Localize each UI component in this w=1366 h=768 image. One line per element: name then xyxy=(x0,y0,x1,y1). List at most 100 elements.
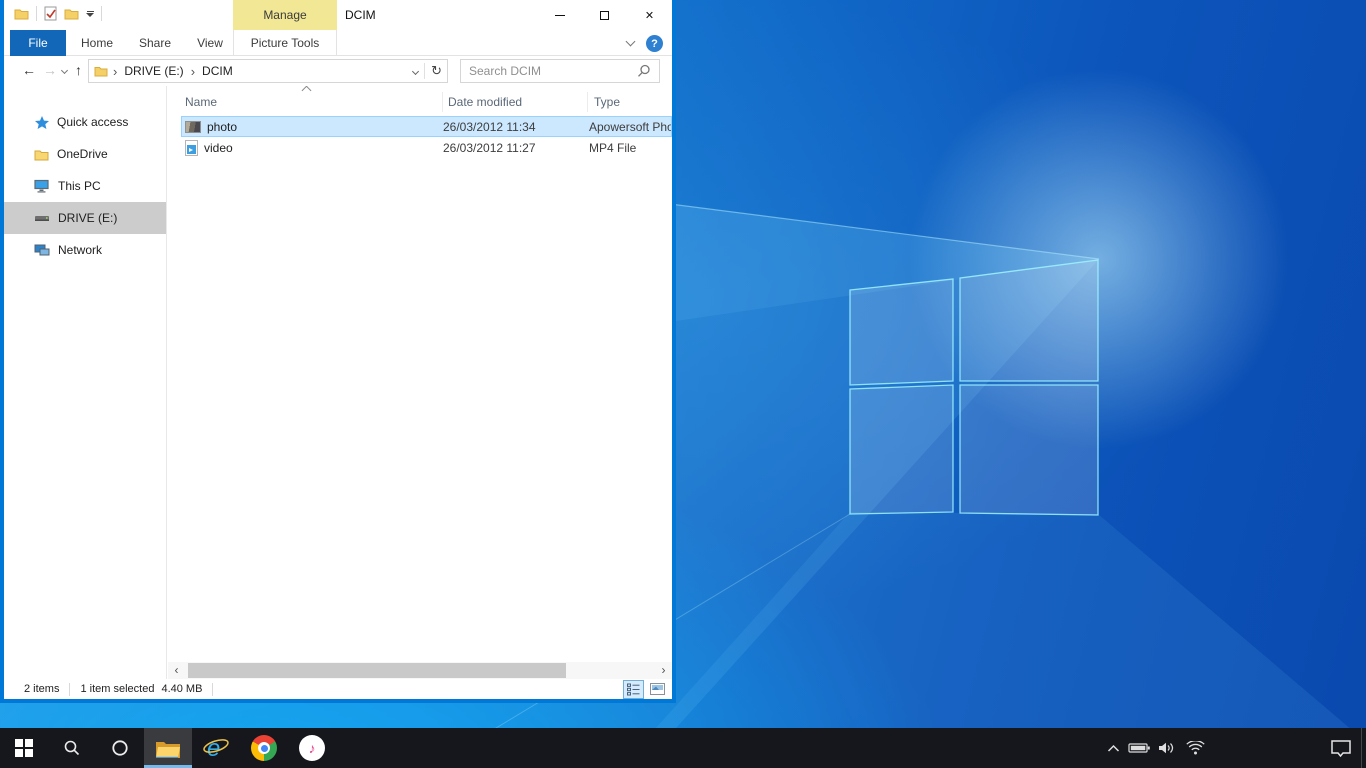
tab-share[interactable]: Share xyxy=(130,30,180,56)
chrome-button[interactable] xyxy=(240,728,288,768)
chevron-up-icon xyxy=(1107,744,1120,753)
new-folder-icon[interactable] xyxy=(64,7,79,20)
column-header-date-modified[interactable]: Date modified xyxy=(443,92,588,112)
details-view-button[interactable] xyxy=(623,680,644,699)
file-type-cell: MP4 File xyxy=(589,141,672,155)
tray-spacer xyxy=(1209,728,1321,768)
properties-check-icon[interactable] xyxy=(44,6,57,21)
sidebar-item-label: Quick access xyxy=(57,115,128,129)
breadcrumb-drive[interactable]: DRIVE (E:) xyxy=(122,63,185,79)
minimize-button[interactable] xyxy=(537,0,582,30)
desktop: Manage DCIM ✕ File Home Share View Pictu… xyxy=(0,0,1366,768)
internet-explorer-icon: e xyxy=(202,734,230,762)
address-dropdown-chevron-icon[interactable] xyxy=(412,67,419,74)
quick-access-toolbar xyxy=(14,6,102,21)
close-button[interactable]: ✕ xyxy=(627,0,672,30)
minimize-icon xyxy=(555,15,565,16)
help-button[interactable]: ? xyxy=(646,35,663,52)
customize-toolbar-chevron[interactable] xyxy=(86,11,94,17)
horizontal-scrollbar[interactable]: ‹ › xyxy=(168,662,672,679)
tab-view[interactable]: View xyxy=(188,30,232,56)
window-controls: ✕ xyxy=(537,0,672,30)
scrollbar-thumb[interactable] xyxy=(188,663,566,678)
speaker-icon xyxy=(1157,741,1177,755)
close-icon: ✕ xyxy=(645,9,654,22)
view-switcher xyxy=(623,679,668,699)
column-label: Date modified xyxy=(448,95,522,109)
action-center-icon xyxy=(1330,739,1352,757)
internet-explorer-button[interactable]: e xyxy=(192,728,240,768)
battery-tray-icon[interactable] xyxy=(1125,728,1153,768)
status-bar: 2 items 1 item selected 4.40 MB xyxy=(4,679,672,699)
breadcrumb-dcim[interactable]: DCIM xyxy=(200,63,235,79)
network-tray-icon[interactable] xyxy=(1181,728,1209,768)
column-headers: Name Date modified Type xyxy=(167,88,672,116)
sidebar-item-drive-e[interactable]: DRIVE (E:) xyxy=(4,202,167,234)
scroll-right-arrow[interactable]: › xyxy=(655,662,672,679)
address-bar[interactable]: › DRIVE (E:) › DCIM ↻ xyxy=(88,59,448,83)
folder-icon[interactable] xyxy=(14,7,29,20)
file-type-cell: Apowersoft Pho xyxy=(589,120,672,134)
star-icon xyxy=(34,115,49,130)
scroll-left-arrow[interactable]: ‹ xyxy=(168,662,185,679)
sidebar-item-quick-access[interactable]: Quick access xyxy=(4,106,167,138)
sidebar-item-this-pc[interactable]: This PC xyxy=(4,170,167,202)
folder-icon xyxy=(94,65,108,77)
sidebar-item-onedrive[interactable]: OneDrive xyxy=(4,138,167,170)
wifi-icon xyxy=(1186,741,1205,755)
file-name-cell: photo xyxy=(181,120,443,134)
show-desktop-button[interactable] xyxy=(1361,728,1366,768)
photo-thumbnail-icon xyxy=(185,121,201,133)
battery-icon xyxy=(1128,742,1151,754)
contextual-tab-group[interactable]: Manage xyxy=(233,0,337,30)
status-separator xyxy=(212,683,213,696)
sidebar-item-label: Network xyxy=(58,243,102,257)
tab-home[interactable]: Home xyxy=(74,30,120,56)
search-input[interactable] xyxy=(469,64,637,78)
windows-logo-icon xyxy=(15,739,33,757)
column-header-type[interactable]: Type xyxy=(588,92,672,112)
forward-button[interactable]: → xyxy=(43,62,57,78)
hidden-icons-button[interactable] xyxy=(1101,728,1125,768)
up-button[interactable]: ↑ xyxy=(75,62,82,78)
sidebar-item-network[interactable]: Network xyxy=(4,234,167,266)
file-row-video[interactable]: video 26/03/2012 11:27 MP4 File xyxy=(181,137,672,158)
file-date-cell: 26/03/2012 11:27 xyxy=(443,141,589,155)
file-row-photo[interactable]: photo 26/03/2012 11:34 Apowersoft Pho xyxy=(181,116,672,137)
file-explorer-window: Manage DCIM ✕ File Home Share View Pictu… xyxy=(0,0,676,703)
back-button[interactable]: ← xyxy=(22,62,36,78)
start-button[interactable] xyxy=(0,728,48,768)
file-list-pane: Name Date modified Type photo 26/03/2012… xyxy=(167,86,672,662)
ribbon-tab-row: File Home Share View Picture Tools ? xyxy=(4,30,672,56)
file-date-cell: 26/03/2012 11:34 xyxy=(443,120,589,134)
taskbar-search-button[interactable] xyxy=(48,728,96,768)
address-row: ← → ↑ › DRIVE (E:) › DCIM ↻ xyxy=(4,56,672,86)
file-name: photo xyxy=(207,120,237,134)
selection-count: 1 item selected xyxy=(80,683,154,695)
search-box xyxy=(460,59,660,83)
search-icon[interactable] xyxy=(637,64,651,78)
recent-locations-chevron-icon[interactable] xyxy=(61,67,68,74)
action-center-button[interactable] xyxy=(1321,728,1361,768)
breadcrumb-chevron-icon: › xyxy=(186,64,200,79)
breadcrumb-chevron-icon: › xyxy=(108,64,122,79)
status-separator xyxy=(69,683,70,696)
window-title: DCIM xyxy=(345,8,376,22)
taskbar-file-explorer-button[interactable] xyxy=(144,728,192,768)
cortana-button[interactable] xyxy=(96,728,144,768)
refresh-icon[interactable]: ↻ xyxy=(431,63,442,79)
column-header-name[interactable]: Name xyxy=(167,92,443,112)
tab-picture-tools[interactable]: Picture Tools xyxy=(233,30,337,56)
ribbon-collapse-chevron-icon[interactable] xyxy=(626,37,636,47)
selection-size: 4.40 MB xyxy=(161,683,202,695)
itunes-button[interactable]: ♪ xyxy=(288,728,336,768)
large-icons-view-button[interactable] xyxy=(647,680,668,699)
file-explorer-icon xyxy=(155,738,181,759)
scrollbar-track[interactable] xyxy=(185,662,655,679)
drive-icon xyxy=(34,213,50,224)
volume-tray-icon[interactable] xyxy=(1153,728,1181,768)
tab-file[interactable]: File xyxy=(10,30,66,56)
maximize-button[interactable] xyxy=(582,0,627,30)
file-name-cell: video xyxy=(181,140,443,156)
sidebar-item-label: OneDrive xyxy=(57,147,108,161)
